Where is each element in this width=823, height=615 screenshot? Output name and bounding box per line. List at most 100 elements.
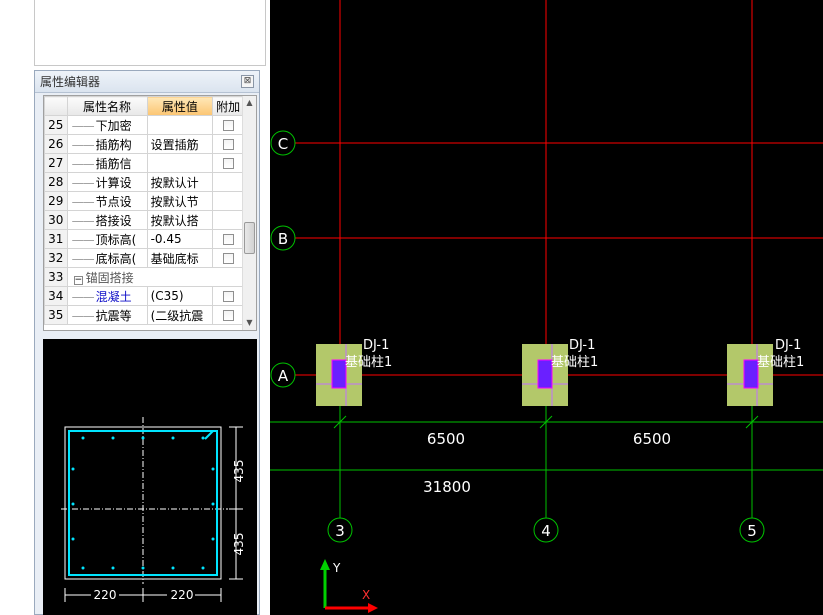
rebar-point (81, 436, 85, 440)
axis-bubble-c[interactable]: C (270, 130, 296, 156)
extra-cell[interactable] (212, 153, 244, 173)
axis-bubble-b[interactable]: B (270, 225, 296, 251)
axis-label-b: B (278, 230, 288, 248)
property-row[interactable]: 26 —— 插筋构 设置插筋 (44, 134, 244, 154)
collapse-icon[interactable]: − (73, 275, 83, 285)
property-row[interactable]: 33− 锚固搭接 (44, 267, 245, 287)
drawing-svg[interactable]: C B A 3 4 5 DJ-1 基础柱1 DJ-1 基础柱1 DJ-1 基础柱… (270, 0, 823, 615)
property-value-cell[interactable]: (C35) (146, 286, 214, 306)
extra-checkbox[interactable] (222, 158, 234, 169)
rebar-point (81, 566, 85, 570)
scroll-up-icon[interactable]: ▲ (243, 96, 256, 110)
tree-connector: —— (71, 118, 95, 133)
property-value-cell[interactable]: 按默认节 (146, 191, 214, 211)
extra-checkbox[interactable] (222, 310, 234, 321)
property-name-cell[interactable]: —— 计算设 (66, 172, 148, 192)
property-row[interactable]: 32 —— 底标高(基础底标 (44, 248, 244, 268)
property-value-cell[interactable]: -0.45 (146, 229, 214, 249)
property-row[interactable]: 27 —— 插筋信 (44, 153, 244, 173)
grid-scrollbar[interactable]: ▲ ▼ (242, 96, 256, 330)
extra-checkbox[interactable] (222, 120, 234, 131)
property-value-cell[interactable]: 按默认搭 (146, 210, 214, 230)
extra-checkbox[interactable] (222, 253, 234, 264)
property-row[interactable]: 29 —— 节点设 按默认节 (44, 191, 244, 211)
group-name-cell[interactable]: − 锚固搭接 (66, 267, 245, 287)
col-num-header (44, 96, 68, 116)
tree-connector: —— (71, 289, 95, 304)
rebar-point (211, 502, 215, 506)
axis-bubble-4[interactable]: 4 (533, 517, 559, 543)
property-name: 混凝土 (95, 289, 132, 304)
extra-checkbox[interactable] (222, 291, 234, 302)
axis-bubble-5[interactable]: 5 (739, 517, 765, 543)
close-icon[interactable]: ⊠ (241, 75, 254, 88)
property-table: 属性名称 属性值 附加 25 —— 下加密 26 —— 插筋构 设置插筋 27 —— 插筋信 28—… (44, 96, 245, 325)
property-name-cell[interactable]: —— 顶标高( (66, 229, 148, 249)
property-editor: 属性编辑器 ⊠ 属性名称 属性值 附加 25 —— 下加密 26 —— 插筋构 … (34, 70, 260, 615)
property-value-cell[interactable]: 设置插筋 (146, 134, 214, 154)
property-name: 搭接设 (95, 213, 132, 228)
footing-code: DJ-1 (569, 338, 595, 353)
extra-cell[interactable] (212, 134, 244, 154)
property-value-cell[interactable] (146, 115, 214, 135)
property-value-cell[interactable]: (二级抗震 (146, 305, 214, 325)
property-value-cell[interactable]: 按默认计 (146, 172, 214, 192)
extra-cell (212, 210, 244, 230)
preview-dim-height-top: 435 (232, 460, 246, 483)
extra-cell[interactable] (212, 229, 244, 249)
extra-checkbox[interactable] (222, 139, 234, 150)
axis-bubble-3[interactable]: 3 (327, 517, 353, 543)
footing-dj1-col4[interactable]: DJ-1 基础柱1 (522, 338, 598, 406)
tree-connector: —— (71, 308, 95, 323)
property-name-cell[interactable]: —— 插筋构 (66, 134, 148, 154)
extra-cell[interactable] (212, 286, 244, 306)
dim-total: 31800 (423, 478, 471, 496)
property-row[interactable]: 25 —— 下加密 (44, 115, 244, 135)
property-name-cell[interactable]: —— 下加密 (66, 115, 148, 135)
property-row[interactable]: 31 —— 顶标高(-0.45 (44, 229, 244, 249)
footing-dj1-col5[interactable]: DJ-1 基础柱1 (727, 338, 804, 406)
property-row[interactable]: 35 —— 抗震等 (二级抗震 (44, 305, 244, 325)
axis-label-5: 5 (747, 522, 757, 540)
row-number: 33 (44, 267, 68, 287)
axis-bubble-a[interactable]: A (270, 362, 296, 388)
row-number: 29 (44, 191, 68, 211)
scroll-down-icon[interactable]: ▼ (243, 316, 256, 330)
rebar-point (171, 436, 175, 440)
property-value-cell[interactable] (146, 153, 214, 173)
property-value-cell[interactable]: 基础底标 (146, 248, 214, 268)
tree-connector: —— (71, 251, 95, 266)
footing-code: DJ-1 (775, 338, 801, 353)
property-name: 节点设 (95, 194, 132, 209)
property-name-cell[interactable]: —— 混凝土 (66, 286, 148, 306)
footing-code: DJ-1 (363, 338, 389, 353)
extra-cell[interactable] (212, 115, 244, 135)
property-name-cell[interactable]: —— 节点设 (66, 191, 148, 211)
extra-cell (212, 191, 244, 211)
property-name-cell[interactable]: —— 搭接设 (66, 210, 148, 230)
scroll-thumb[interactable] (244, 222, 255, 254)
extra-cell (212, 172, 244, 192)
ucs-icon: Y X (320, 559, 378, 613)
extra-cell[interactable] (212, 305, 244, 325)
property-name-cell[interactable]: —— 插筋信 (66, 153, 148, 173)
tree-connector: —— (71, 137, 95, 152)
col-name-header[interactable]: 属性名称 (66, 96, 148, 116)
column-name: 基础柱1 (551, 355, 598, 370)
property-name-cell[interactable]: —— 抗震等 (66, 305, 148, 325)
property-name: 抗震等 (95, 308, 132, 323)
property-row[interactable]: 28 —— 计算设 按默认计 (44, 172, 244, 192)
property-name-cell[interactable]: —— 底标高( (66, 248, 148, 268)
property-row[interactable]: 34 —— 混凝土 (C35) (44, 286, 244, 306)
extra-checkbox[interactable] (222, 234, 234, 245)
row-number: 31 (44, 229, 68, 249)
group-label: 锚固搭接 (85, 270, 134, 285)
col-extra-header[interactable]: 附加 (212, 96, 244, 116)
row-number: 30 (44, 210, 68, 230)
col-value-header[interactable]: 属性值 (146, 96, 214, 116)
row-number: 27 (44, 153, 68, 173)
property-row[interactable]: 30 —— 搭接设 按默认搭 (44, 210, 244, 230)
extra-cell[interactable] (212, 248, 244, 268)
footing-dj1-col3[interactable]: DJ-1 基础柱1 (316, 338, 392, 406)
drawing-canvas[interactable]: C B A 3 4 5 DJ-1 基础柱1 DJ-1 基础柱1 DJ-1 基础柱… (270, 0, 823, 615)
